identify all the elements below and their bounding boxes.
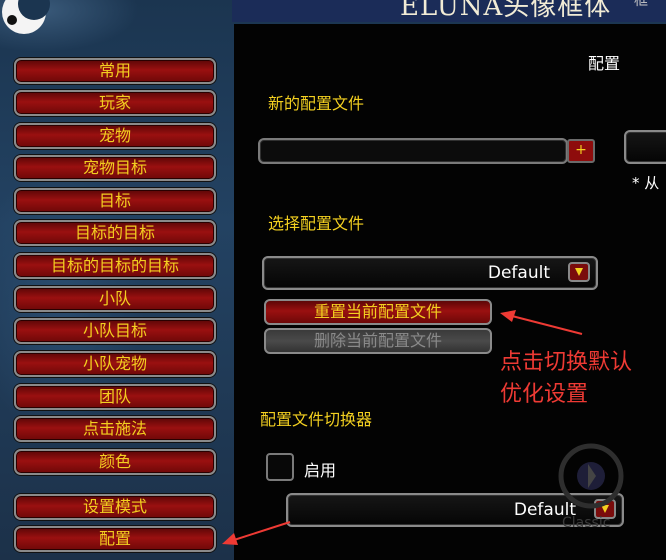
watermark-text: Classic bbox=[562, 515, 611, 531]
annotation-text-line2: 优化设置 bbox=[500, 382, 589, 407]
watermark-logo-icon bbox=[558, 443, 624, 509]
annotation-text-line1: 点击切换默认 bbox=[500, 350, 633, 375]
